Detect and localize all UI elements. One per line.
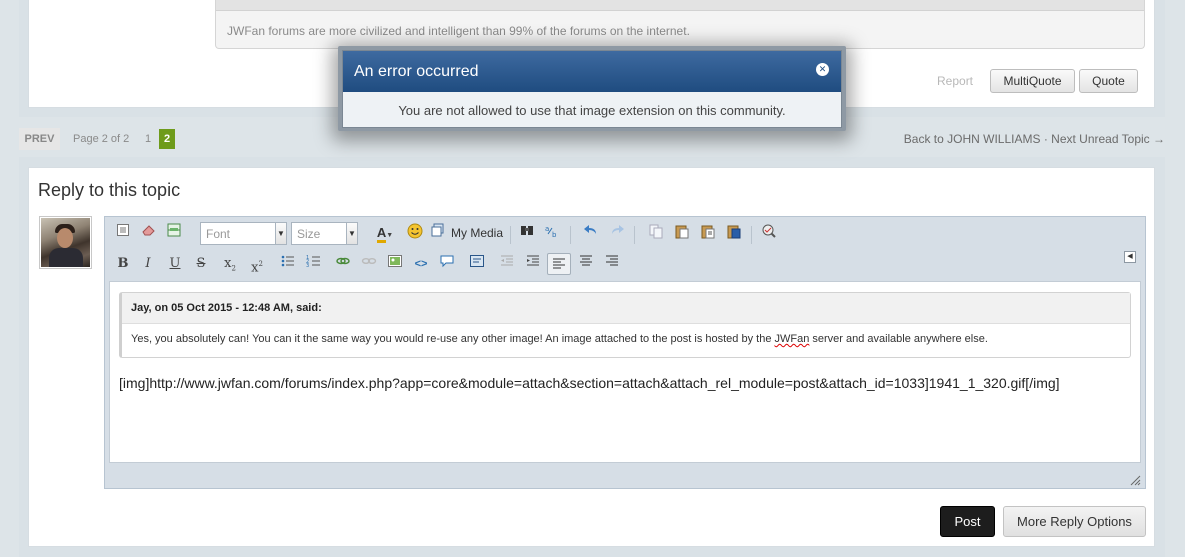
- reply-title: Reply to this topic: [38, 180, 181, 200]
- underline-icon[interactable]: U: [165, 254, 185, 274]
- my-media-button[interactable]: My Media: [451, 226, 503, 240]
- error-dialog-title: An error occurred: [343, 51, 841, 92]
- replace-icon[interactable]: ab: [542, 223, 562, 243]
- signature-text: JWFan forums are more civilized and inte…: [227, 24, 690, 38]
- font-select[interactable]: Font ▼: [200, 222, 287, 245]
- spelling-flag: JWFan: [774, 333, 810, 345]
- unlink-icon[interactable]: [359, 254, 379, 274]
- topic-nav: Back to JOHN WILLIAMS · Next Unread Topi…: [904, 132, 1165, 146]
- indent-icon[interactable]: [523, 254, 543, 274]
- align-right-icon[interactable]: [602, 254, 622, 274]
- page-link-current[interactable]: 2: [159, 129, 175, 149]
- chevron-down-icon: ▼: [275, 223, 286, 244]
- code-icon[interactable]: <>: [411, 254, 431, 274]
- reply-container: Reply to this topic Font ▼ Size ▼ A▼ My …: [19, 157, 1165, 557]
- quote-bubble-icon[interactable]: [437, 254, 457, 274]
- svg-text:b: b: [552, 231, 557, 239]
- quoted-post: Jay, on 05 Oct 2015 - 12:48 AM, said: Ye…: [119, 292, 1131, 358]
- superscript-icon[interactable]: x2: [247, 254, 267, 275]
- source-icon[interactable]: [113, 223, 133, 243]
- rich-text-editor: Font ▼ Size ▼ A▼ My Media a b B I U S x2…: [104, 216, 1146, 489]
- page-indicator[interactable]: Page 2 of 2: [73, 133, 129, 145]
- editor-toolbar-bottom: B I U S x2 x2 123 <>: [105, 251, 1145, 279]
- svg-text:3: 3: [306, 263, 309, 268]
- media-icon[interactable]: [431, 223, 445, 243]
- prev-page-button[interactable]: PREV: [19, 128, 60, 150]
- link-icon[interactable]: [333, 254, 353, 274]
- undo-icon[interactable]: [581, 223, 601, 243]
- error-dialog: An error occurred ✕ You are not allowed …: [342, 50, 842, 128]
- redo-icon[interactable]: [607, 223, 627, 243]
- paste-text-icon[interactable]: [698, 223, 718, 243]
- report-link[interactable]: Report: [937, 74, 973, 88]
- eraser-icon[interactable]: [139, 223, 159, 243]
- outdent-icon[interactable]: [497, 254, 517, 274]
- editor-text[interactable]: [img]http://www.jwfan.com/forums/index.p…: [119, 375, 1060, 391]
- size-select[interactable]: Size ▼: [291, 222, 358, 245]
- avatar: [39, 216, 92, 269]
- insert-row-icon[interactable]: [164, 223, 184, 243]
- nav-separator: ·: [1043, 132, 1048, 146]
- back-to-forum-link[interactable]: Back to JOHN WILLIAMS: [904, 132, 1041, 146]
- collapse-toolbar-icon[interactable]: ◀: [1124, 251, 1136, 263]
- italic-icon[interactable]: I: [138, 254, 158, 274]
- subscript-icon[interactable]: x2: [220, 254, 240, 274]
- copy-icon[interactable]: [646, 223, 666, 243]
- more-reply-options-button[interactable]: More Reply Options: [1003, 506, 1146, 537]
- align-center-icon[interactable]: [576, 254, 596, 274]
- error-dialog-message: You are not allowed to use that image ex…: [398, 103, 786, 118]
- quote-text: Yes, you absolutely can! You can it the …: [131, 333, 988, 345]
- svg-text:a: a: [545, 225, 549, 233]
- next-unread-topic-link[interactable]: Next Unread Topic →: [1051, 132, 1165, 146]
- text-color-icon[interactable]: A▼: [372, 223, 398, 243]
- close-icon[interactable]: ✕: [816, 63, 829, 76]
- align-left-button[interactable]: [547, 253, 571, 275]
- image-icon[interactable]: [385, 254, 405, 274]
- strikethrough-icon[interactable]: S: [191, 254, 211, 274]
- editor-toolbar-top: Font ▼ Size ▼ A▼ My Media a b: [105, 220, 1145, 248]
- paste-icon[interactable]: [672, 223, 692, 243]
- paste-word-icon[interactable]: [724, 223, 744, 243]
- page-link-1[interactable]: 1: [145, 133, 151, 145]
- quote-button[interactable]: Quote: [1079, 69, 1138, 93]
- bullet-list-icon[interactable]: [278, 254, 298, 274]
- post-button[interactable]: Post: [940, 506, 995, 537]
- find-icon[interactable]: [517, 223, 537, 243]
- signature-box: JWFan forums are more civilized and inte…: [215, 0, 1145, 49]
- spoiler-icon[interactable]: [467, 254, 487, 274]
- chevron-down-icon: ▼: [346, 223, 357, 244]
- spellcheck-icon[interactable]: [759, 223, 779, 243]
- editor-content-area[interactable]: Jay, on 05 Oct 2015 - 12:48 AM, said: Ye…: [109, 281, 1141, 463]
- numbered-list-icon[interactable]: 123: [304, 254, 324, 274]
- reply-box: Reply to this topic Font ▼ Size ▼ A▼ My …: [28, 167, 1155, 547]
- bold-icon[interactable]: B: [113, 254, 133, 274]
- quote-citation: Jay, on 05 Oct 2015 - 12:48 AM, said:: [122, 293, 1130, 324]
- multiquote-button[interactable]: MultiQuote: [990, 69, 1075, 93]
- smiley-icon[interactable]: [405, 223, 425, 243]
- resize-handle-icon[interactable]: [1129, 474, 1141, 486]
